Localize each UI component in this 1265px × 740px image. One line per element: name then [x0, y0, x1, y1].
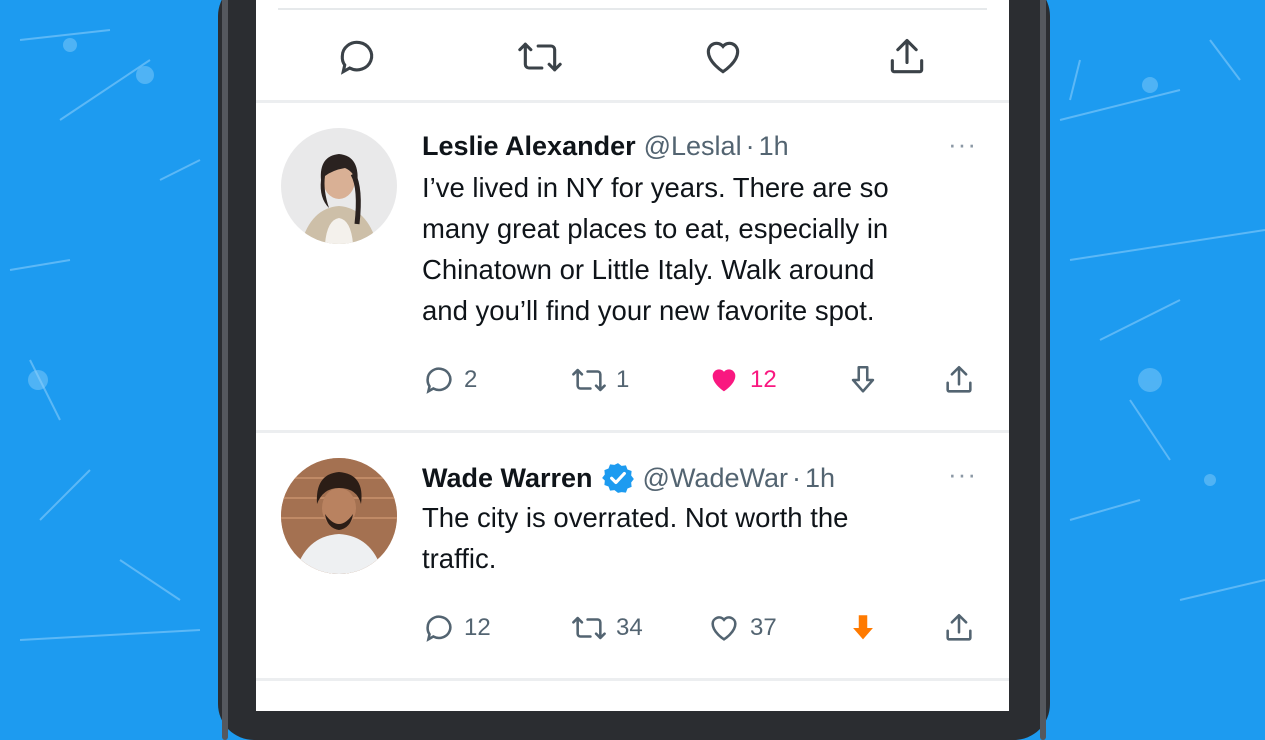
- tweet-text-line: many great places to eat, especially in: [422, 213, 889, 244]
- downvote-arrow-icon: [851, 365, 875, 393]
- tweet-text-line: traffic.: [422, 543, 497, 574]
- tweet-text-line: I’ve lived in NY for years. There are so: [422, 172, 889, 203]
- heart-filled-icon: [712, 369, 736, 392]
- downvote-button[interactable]: [846, 608, 880, 648]
- separator-dot: ·: [745, 131, 755, 161]
- reply-count: 2: [464, 366, 478, 393]
- share-icon[interactable]: [882, 32, 932, 82]
- downvote-arrow-filled-icon: [853, 615, 873, 640]
- reply-icon[interactable]: [332, 32, 382, 82]
- like-count: 37: [750, 614, 777, 641]
- retweet-icon[interactable]: [515, 32, 565, 82]
- tweet-header: Wade Warren @WadeWar · 1h: [422, 461, 835, 495]
- reply-button[interactable]: 2: [422, 360, 477, 400]
- tweet-text-line: and you’ll find your new favorite spot.: [422, 295, 875, 326]
- retweet-button[interactable]: 1: [570, 360, 629, 400]
- separator-dot: ·: [791, 462, 801, 493]
- avatar[interactable]: [281, 458, 397, 574]
- retweet-count: 34: [616, 614, 643, 641]
- like-button[interactable]: 37: [706, 608, 777, 648]
- share-button[interactable]: [942, 608, 976, 648]
- tweet-text: I’ve lived in NY for years. There are so…: [422, 167, 982, 331]
- retweet-icon: [572, 616, 606, 640]
- avatar[interactable]: [281, 128, 397, 244]
- tweet-text-line: Chinatown or Little Italy. Walk around: [422, 254, 875, 285]
- tweet-actions: 2 1 12: [422, 360, 987, 400]
- author-handle[interactable]: @Leslal: [644, 131, 742, 162]
- like-button[interactable]: 12: [706, 360, 777, 400]
- like-icon[interactable]: [698, 32, 748, 82]
- timestamp[interactable]: 1h: [759, 131, 789, 162]
- heart-outline-icon: [711, 616, 737, 641]
- retweet-icon: [572, 368, 606, 392]
- divider: [278, 8, 987, 10]
- reply-count: 12: [464, 614, 491, 641]
- author-name[interactable]: Leslie Alexander: [422, 131, 636, 162]
- retweet-count: 1: [616, 366, 630, 393]
- reply-icon: [426, 615, 452, 642]
- divider: [256, 678, 1009, 681]
- downvote-button[interactable]: [846, 360, 880, 400]
- more-options-icon[interactable]: ···: [948, 461, 977, 487]
- like-count: 12: [750, 366, 777, 393]
- tweet-text: The city is overrated. Not worth the tra…: [422, 497, 982, 579]
- tweet-text-line: The city is overrated. Not worth the: [422, 502, 849, 533]
- phone-screen: Leslie Alexander @Leslal · 1h ··· I’ve l…: [256, 0, 1009, 711]
- author-handle[interactable]: @WadeWar: [643, 463, 788, 494]
- share-button[interactable]: [942, 360, 976, 400]
- more-options-icon[interactable]: ···: [948, 131, 977, 157]
- tweet-header: Leslie Alexander @Leslal · 1h: [422, 131, 789, 162]
- previous-tweet-actions: [256, 24, 1009, 90]
- share-icon: [946, 613, 972, 641]
- share-icon: [946, 365, 972, 393]
- reply-button[interactable]: 12: [422, 608, 491, 648]
- tweet[interactable]: Wade Warren @WadeWar · 1h ··· The city i…: [256, 433, 1009, 678]
- verified-badge-icon: [601, 463, 634, 493]
- tweet-actions: 12 34 37: [422, 608, 987, 648]
- reply-icon: [426, 367, 452, 394]
- author-name[interactable]: Wade Warren: [422, 463, 593, 494]
- retweet-button[interactable]: 34: [570, 608, 643, 648]
- tweet[interactable]: Leslie Alexander @Leslal · 1h ··· I’ve l…: [256, 103, 1009, 430]
- timestamp[interactable]: 1h: [805, 463, 835, 494]
